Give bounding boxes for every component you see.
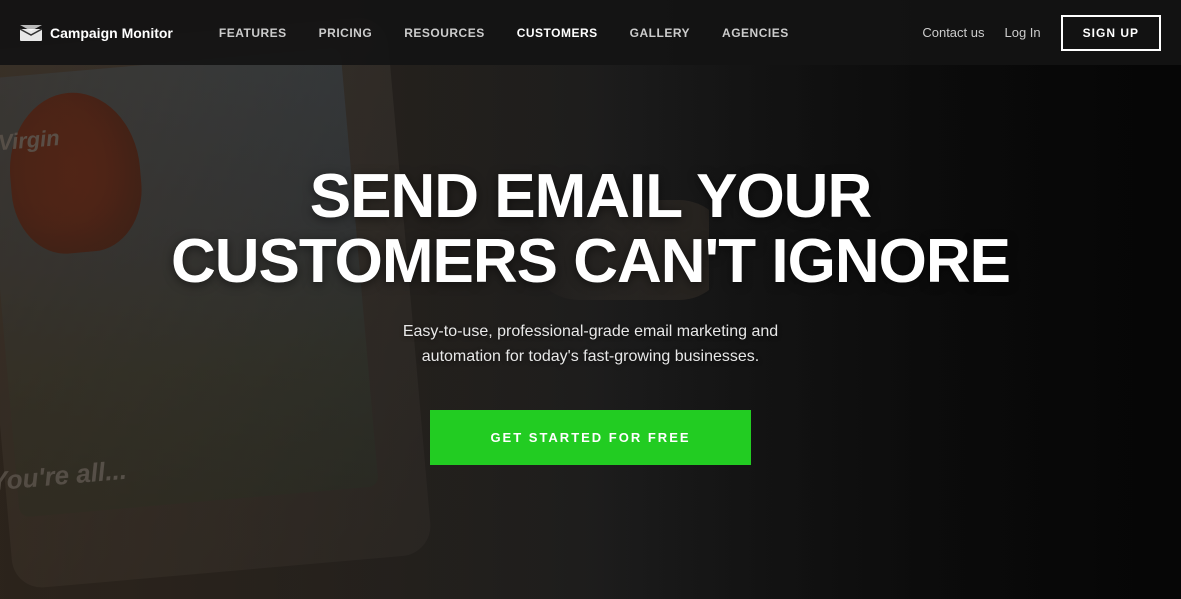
nav-item-agencies[interactable]: AGENCIES [706, 0, 805, 65]
hero-title: SEND EMAIL YOUR CUSTOMERS CAN'T IGNORE [141, 164, 1041, 294]
nav-item-pricing[interactable]: PRICING [303, 0, 389, 65]
brand-logo[interactable]: Campaign Monitor [20, 25, 173, 41]
nav-item-gallery[interactable]: GALLERY [614, 0, 706, 65]
cta-button[interactable]: GET STARTED FOR FREE [430, 410, 750, 465]
login-link[interactable]: Log In [1005, 25, 1041, 40]
nav-item-resources[interactable]: RESOURCES [388, 0, 501, 65]
hero-subtitle: Easy-to-use, professional-grade email ma… [391, 319, 791, 370]
nav-right-actions: Contact us Log In SIGN UP [922, 15, 1161, 51]
contact-link[interactable]: Contact us [922, 25, 984, 40]
nav-item-customers[interactable]: CUSTOMERS [501, 0, 614, 65]
nav-links: FEATURES PRICING RESOURCES CUSTOMERS GAL… [203, 0, 922, 65]
signup-button[interactable]: SIGN UP [1061, 15, 1161, 51]
hero-section: Virgin You're all... Campaign Monitor FE… [0, 0, 1181, 599]
hero-content: SEND EMAIL YOUR CUSTOMERS CAN'T IGNORE E… [0, 0, 1181, 599]
brand-name: Campaign Monitor [50, 25, 173, 41]
logo-icon [20, 25, 42, 41]
main-nav: Campaign Monitor FEATURES PRICING RESOUR… [0, 0, 1181, 65]
nav-item-features[interactable]: FEATURES [203, 0, 303, 65]
